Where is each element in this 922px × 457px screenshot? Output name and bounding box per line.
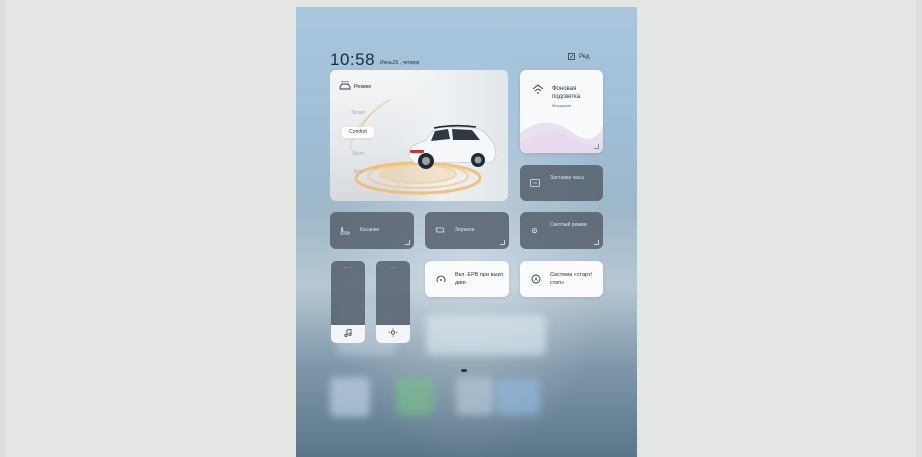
- blurred-app-icon: [496, 379, 540, 415]
- blurred-app-icon: [456, 377, 494, 415]
- mode-option-eco[interactable]: Eco: [342, 167, 374, 178]
- edit-button[interactable]: Ред: [568, 53, 589, 60]
- clock-date: Июнь25 , четверг: [380, 60, 420, 66]
- right-margin: [916, 0, 922, 457]
- start-stop-icon: A: [531, 274, 541, 284]
- blurred-app-icon: [330, 377, 370, 417]
- car-illustration: [407, 124, 497, 169]
- mode-option-sport[interactable]: Sport: [342, 149, 374, 160]
- svg-text:A: A: [534, 277, 538, 283]
- page-dot-active: [461, 369, 467, 372]
- seat-icon: [340, 226, 350, 235]
- sun-icon: [388, 328, 398, 337]
- page-indicator[interactable]: [461, 369, 472, 372]
- ambient-light-title: Фоновая подсветка: [552, 86, 581, 100]
- mode-title: Режим: [354, 84, 371, 90]
- mirror-icon: [435, 227, 445, 233]
- ambient-light-card[interactable]: Фоновая подсветка Мерцание: [520, 70, 603, 153]
- ambient-wave-graphic: [520, 122, 603, 153]
- more-dots-icon: ···: [343, 265, 353, 271]
- clock-time: 10:58: [330, 50, 376, 69]
- drive-mode-card[interactable]: Режим Smart Comfort Sport Eco: [330, 70, 508, 201]
- epb-tile[interactable]: Вкл. EPB при выкл. двиг.: [425, 261, 509, 297]
- start-stop-label: Система «старт/стоп»: [550, 272, 592, 286]
- edit-icon: [568, 53, 575, 60]
- expand-corner-icon: [594, 144, 599, 149]
- start-stop-tile[interactable]: A Система «старт/стоп»: [520, 261, 603, 297]
- parking-brake-icon: [436, 275, 446, 283]
- left-margin: [0, 0, 6, 457]
- blurred-app-row: [426, 315, 546, 355]
- more-dots-icon: ···: [388, 265, 398, 271]
- page-dot: [469, 369, 472, 372]
- car-mode-icon: [339, 81, 351, 90]
- seat-touch-label: Касание: [360, 227, 380, 233]
- epb-label: Вкл. EPB при выкл. двиг.: [455, 272, 505, 286]
- light-mode-icon: [531, 227, 538, 234]
- brightness-slider[interactable]: ···: [376, 261, 410, 343]
- mirrors-tile[interactable]: Зеркала: [425, 212, 509, 249]
- expand-corner-icon: [594, 240, 599, 245]
- expand-corner-icon: [405, 240, 410, 245]
- screensaver-tile[interactable]: Заставка часы: [520, 165, 603, 201]
- expand-corner-icon: [500, 240, 505, 245]
- screensaver-label: Заставка часы: [550, 175, 584, 181]
- mode-option-comfort[interactable]: Comfort: [342, 127, 374, 138]
- light-mode-label: Светлый режим: [550, 222, 587, 228]
- blurred-app-icon: [396, 377, 434, 415]
- ambient-light-icon: [532, 84, 544, 94]
- volume-slider[interactable]: ···: [331, 261, 365, 343]
- light-mode-tile[interactable]: Светлый режим: [520, 212, 603, 249]
- ambient-light-subtitle: Мерцание: [552, 103, 572, 108]
- music-note-icon: [344, 329, 352, 337]
- clock-screen-icon: [530, 179, 540, 187]
- edit-label: Ред: [579, 53, 590, 60]
- seat-touch-tile[interactable]: Касание: [330, 212, 414, 249]
- mirrors-label: Зеркала: [455, 227, 475, 233]
- control-center-screen: 10:58 Июнь25 , четверг Ред Режим Smart C…: [296, 7, 637, 457]
- mode-option-smart[interactable]: Smart: [342, 108, 374, 119]
